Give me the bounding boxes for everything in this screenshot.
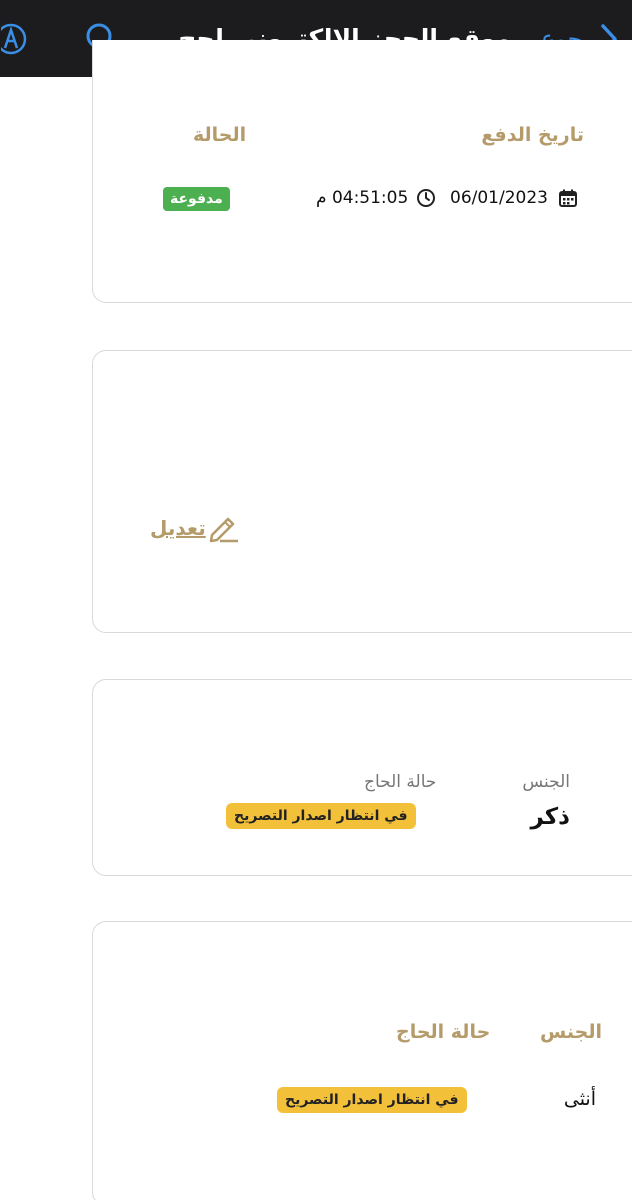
payment-date: 06/01/2023 bbox=[450, 188, 578, 208]
payment-time-value: 04:51:05 م bbox=[316, 188, 409, 208]
gender-value: أنثى bbox=[563, 1088, 596, 1110]
gender-label: الجنس bbox=[522, 772, 570, 792]
payment-date-value: 06/01/2023 bbox=[450, 188, 548, 208]
pilgrim-status-label: حالة الحاج bbox=[396, 1021, 491, 1043]
pilgrim-status-label: حالة الحاج bbox=[364, 772, 437, 792]
safari-reader-icon[interactable] bbox=[0, 0, 36, 77]
calendar-icon bbox=[558, 188, 578, 208]
paid-status-badge: مدفوعة bbox=[163, 187, 230, 211]
pilgrim-status-badge: في انتظار اصدار التصريح bbox=[226, 803, 416, 829]
pilgrim-status-badge: في انتظار اصدار التصريح bbox=[277, 1087, 467, 1113]
edit-button[interactable]: تعديل bbox=[146, 513, 240, 543]
gender-value: ذكر bbox=[530, 804, 571, 830]
payment-date-header: تاريخ الدفع bbox=[481, 124, 584, 146]
payment-card bbox=[92, 40, 632, 303]
edit-card bbox=[92, 350, 632, 633]
pilgrim-card-2 bbox=[92, 921, 632, 1200]
clock-icon bbox=[416, 188, 436, 208]
gender-label: الجنس bbox=[540, 1021, 602, 1043]
edit-label: تعديل bbox=[150, 516, 206, 540]
pencil-icon bbox=[206, 513, 240, 543]
payment-time: 04:51:05 م bbox=[316, 188, 436, 208]
status-header: الحالة bbox=[193, 124, 247, 146]
